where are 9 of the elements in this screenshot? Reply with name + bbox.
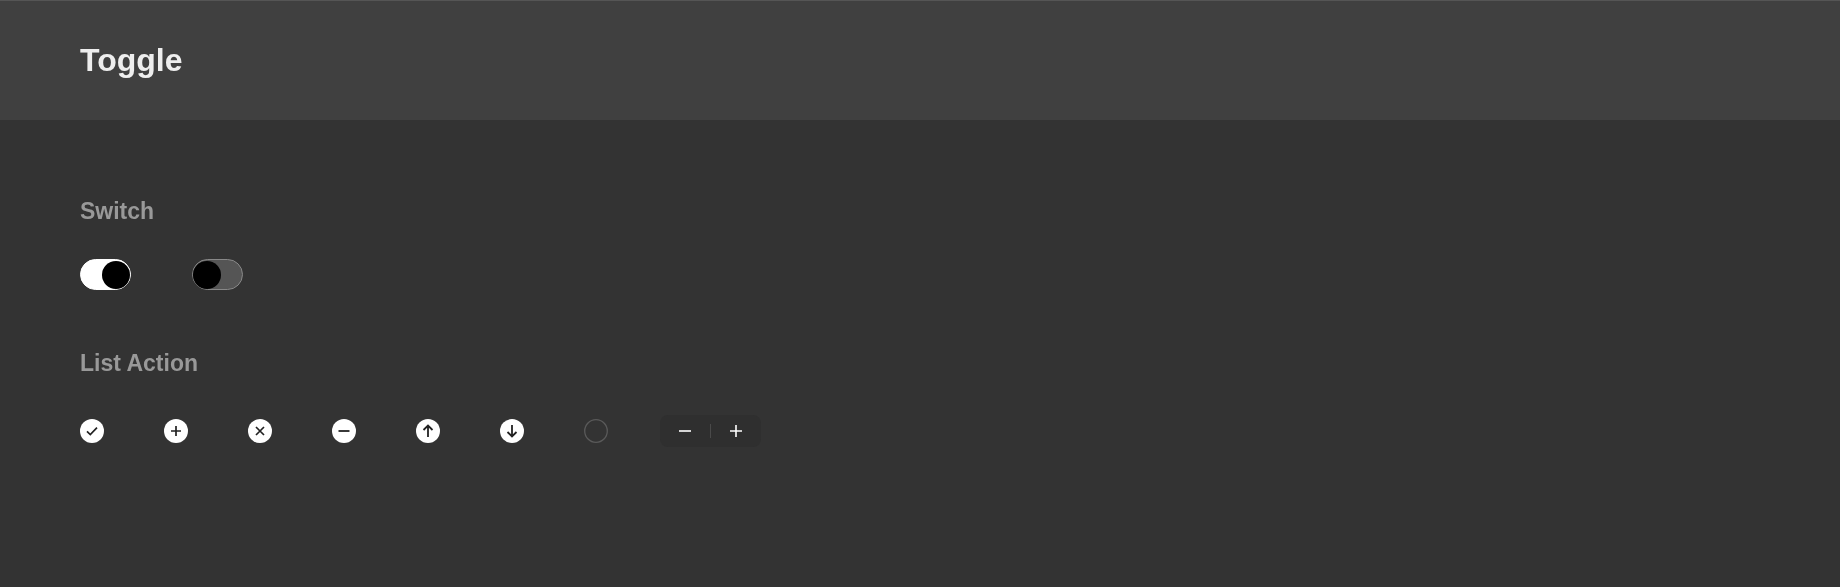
close-icon[interactable]	[248, 419, 272, 443]
plus-icon[interactable]	[728, 423, 744, 439]
toggle-switch[interactable]	[192, 259, 243, 290]
section-title: Switch	[80, 198, 155, 225]
section-title: List Action	[80, 350, 198, 377]
page-title: Toggle	[80, 42, 183, 79]
minus-icon[interactable]	[332, 419, 356, 443]
check-icon[interactable]	[80, 419, 104, 443]
add-icon[interactable]	[164, 419, 188, 443]
